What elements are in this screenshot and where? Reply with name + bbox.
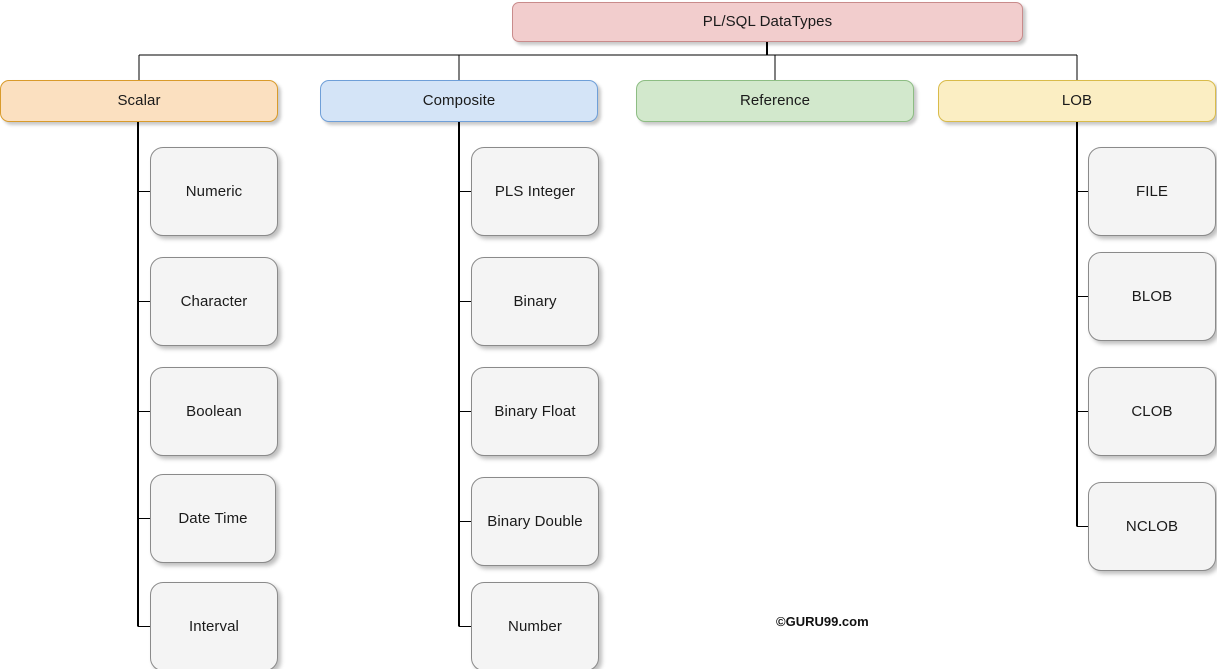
leaf-node-binary-double-label: Binary Double <box>487 512 583 530</box>
leaf-node-clob: CLOB <box>1088 367 1216 456</box>
leaf-node-blob: BLOB <box>1088 252 1216 341</box>
category-node-reference: Reference <box>636 80 914 122</box>
leaf-node-file: FILE <box>1088 147 1216 236</box>
plsql-datatypes-diagram: PL/SQL DataTypes Scalar Numeric Character Bo… <box>0 0 1217 669</box>
watermark: ©GURU99.com <box>776 614 869 629</box>
leaf-node-binary-float: Binary Float <box>471 367 599 456</box>
leaf-node-pls-integer: PLS Integer <box>471 147 599 236</box>
leaf-node-binary-double: Binary Double <box>471 477 599 566</box>
leaf-node-binary-label: Binary <box>513 292 557 310</box>
root-node-pl-sql-datatypes: PL/SQL DataTypes <box>512 2 1023 42</box>
category-node-lob: LOB <box>938 80 1216 122</box>
leaf-node-numeric: Numeric <box>150 147 278 236</box>
leaf-node-numeric-label: Numeric <box>185 182 243 200</box>
leaf-node-clob-label: CLOB <box>1131 402 1173 420</box>
leaf-node-boolean: Boolean <box>150 367 278 456</box>
leaf-node-interval-label: Interval <box>189 617 239 635</box>
leaf-node-nclob-label: NCLOB <box>1125 517 1179 535</box>
root-node-pl-sql-datatypes-label: PL/SQL DataTypes <box>702 13 833 30</box>
leaf-node-nclob: NCLOB <box>1088 482 1216 571</box>
leaf-node-file-label: FILE <box>1135 182 1169 200</box>
leaf-node-character: Character <box>150 257 278 346</box>
leaf-node-blob-label: BLOB <box>1131 287 1173 305</box>
leaf-node-binary: Binary <box>471 257 599 346</box>
leaf-node-date-time-label: Date Time <box>178 509 248 527</box>
leaf-node-interval: Interval <box>150 582 278 669</box>
category-node-reference-label: Reference <box>739 92 811 109</box>
leaf-node-binary-float-label: Binary Float <box>494 402 576 420</box>
leaf-node-number-label: Number <box>508 617 562 635</box>
category-node-composite: Composite <box>320 80 598 122</box>
leaf-node-pls-integer-label: PLS Integer <box>494 182 576 200</box>
leaf-node-character-label: Character <box>180 292 248 310</box>
category-node-lob-label: LOB <box>1061 92 1093 109</box>
leaf-node-number: Number <box>471 582 599 669</box>
leaf-node-date-time: Date Time <box>150 474 276 563</box>
category-node-scalar: Scalar <box>0 80 278 122</box>
category-node-scalar-label: Scalar <box>117 92 161 109</box>
category-node-composite-label: Composite <box>422 92 496 109</box>
leaf-node-boolean-label: Boolean <box>186 402 242 420</box>
